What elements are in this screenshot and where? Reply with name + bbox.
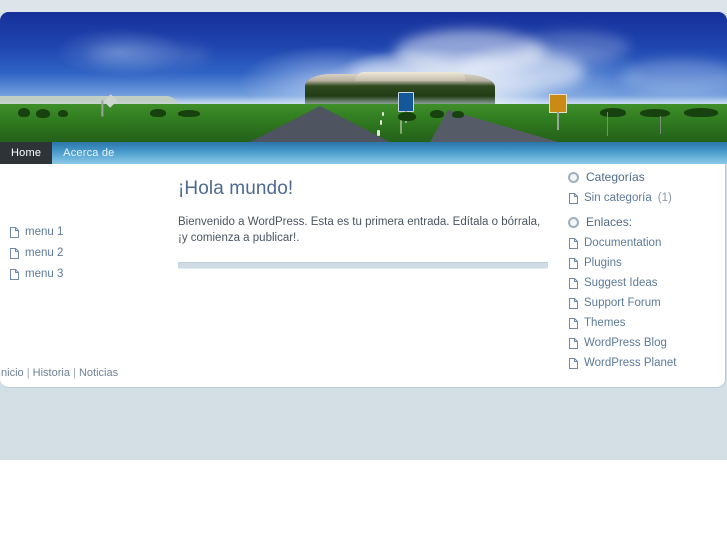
- page-icon: [569, 257, 578, 269]
- footer-link-inicio[interactable]: Inicio: [0, 367, 24, 379]
- bush: [640, 109, 670, 117]
- post-divider: [178, 262, 548, 269]
- list-item[interactable]: Suggest Ideas: [566, 273, 716, 293]
- cloud-wisp: [90, 42, 210, 68]
- post-article: ¡Hola mundo! Bienvenido a WordPress. Est…: [178, 178, 550, 269]
- sidebar-item-menu-2[interactable]: menu 2: [0, 243, 160, 264]
- left-sidebar: menu 1 menu 2 menu 3: [0, 222, 160, 285]
- footer-separator: |: [26, 367, 30, 379]
- sidebar-item-label: menu 2: [25, 247, 64, 259]
- mesa-cliff-face: [355, 72, 465, 81]
- ring-icon: [568, 171, 579, 183]
- link-label: Support Forum: [584, 297, 661, 309]
- page-icon: [569, 357, 578, 369]
- sidebar-item-menu-3[interactable]: menu 3: [0, 264, 160, 285]
- category-label: Sin categoría: [584, 192, 652, 204]
- right-sidebar: Categorías Sin categoría (1) Enlaces: Do…: [566, 164, 716, 377]
- widget-title-label: Categorías: [586, 170, 645, 184]
- header-image: [0, 12, 727, 142]
- footer-separator: |: [73, 367, 76, 379]
- widget-title-enlaces: Enlaces:: [566, 212, 716, 233]
- main-navigation[interactable]: Home Acerca de: [0, 142, 727, 164]
- list-item[interactable]: Themes: [566, 313, 716, 333]
- bush: [398, 112, 416, 121]
- link-label: Themes: [584, 317, 626, 329]
- nav-tab-label: Home: [11, 147, 42, 159]
- utility-pole: [607, 112, 608, 136]
- left-sidebar-menu: menu 1 menu 2 menu 3: [0, 222, 160, 285]
- bush: [150, 109, 166, 117]
- bush: [36, 109, 50, 118]
- bush: [430, 110, 444, 118]
- post-body: Bienvenido a WordPress. Esta es tu prime…: [178, 216, 541, 244]
- post-title: ¡Hola mundo!: [178, 178, 294, 199]
- page-icon: [569, 237, 578, 249]
- warning-sign: [549, 94, 567, 130]
- categories-list: Sin categoría (1): [566, 188, 716, 208]
- link-label: WordPress Planet: [584, 357, 677, 369]
- page-root: Home Acerca de menu 1 menu 2 menu 3 ¡Hol…: [0, 0, 727, 545]
- page-icon: [10, 269, 19, 280]
- highway-exit-sign: [398, 92, 414, 123]
- link-label: Plugins: [584, 257, 622, 269]
- widget-title-categorias: Categorías: [566, 167, 716, 188]
- footer-link-historia[interactable]: Historia: [33, 367, 70, 379]
- page-icon: [569, 317, 578, 329]
- ring-icon: [568, 216, 579, 228]
- bush: [684, 108, 718, 117]
- page-icon: [569, 277, 578, 289]
- page-icon: [10, 248, 19, 259]
- widget-title-label: Enlaces:: [586, 215, 633, 229]
- bush: [178, 110, 200, 117]
- nav-tab-acerca-de[interactable]: Acerca de: [52, 142, 125, 164]
- utility-pole: [660, 116, 661, 134]
- category-count: (1): [657, 192, 672, 204]
- page-icon: [10, 227, 19, 238]
- list-item[interactable]: Sin categoría (1): [566, 188, 716, 208]
- list-item[interactable]: WordPress Planet: [566, 353, 716, 373]
- bush: [18, 108, 30, 117]
- sidebar-item-label: menu 1: [25, 226, 64, 238]
- footer-links: Inicio | Historia | Noticias: [0, 367, 118, 379]
- list-item[interactable]: Plugins: [566, 253, 716, 273]
- sidebar-item-menu-1[interactable]: menu 1: [0, 222, 160, 243]
- widget-enlaces: Enlaces: Documentation Plugins Suggest I…: [566, 212, 716, 373]
- widget-categorias: Categorías Sin categoría (1): [566, 167, 716, 208]
- list-item[interactable]: Documentation: [566, 233, 716, 253]
- bush: [58, 110, 68, 117]
- cloud-wisp: [520, 32, 630, 62]
- page-icon: [569, 192, 578, 204]
- content-card: menu 1 menu 2 menu 3 ¡Hola mundo! Bienve…: [0, 164, 726, 388]
- link-label: WordPress Blog: [584, 337, 667, 349]
- links-list: Documentation Plugins Suggest Ideas Supp…: [566, 233, 716, 373]
- list-item[interactable]: WordPress Blog: [566, 333, 716, 353]
- bush: [600, 108, 626, 117]
- page-icon: [569, 297, 578, 309]
- top-band: [0, 0, 727, 12]
- list-item[interactable]: Support Forum: [566, 293, 716, 313]
- link-label: Suggest Ideas: [584, 277, 658, 289]
- bush: [452, 111, 464, 118]
- footer-link-noticias[interactable]: Noticias: [79, 367, 118, 379]
- nav-tab-label: Acerca de: [63, 147, 115, 159]
- nav-tab-home[interactable]: Home: [0, 142, 53, 164]
- page-icon: [569, 337, 578, 349]
- nav-tab-list: Home Acerca de: [0, 142, 727, 164]
- link-label: Documentation: [584, 237, 662, 249]
- sidebar-item-label: menu 3: [25, 268, 64, 280]
